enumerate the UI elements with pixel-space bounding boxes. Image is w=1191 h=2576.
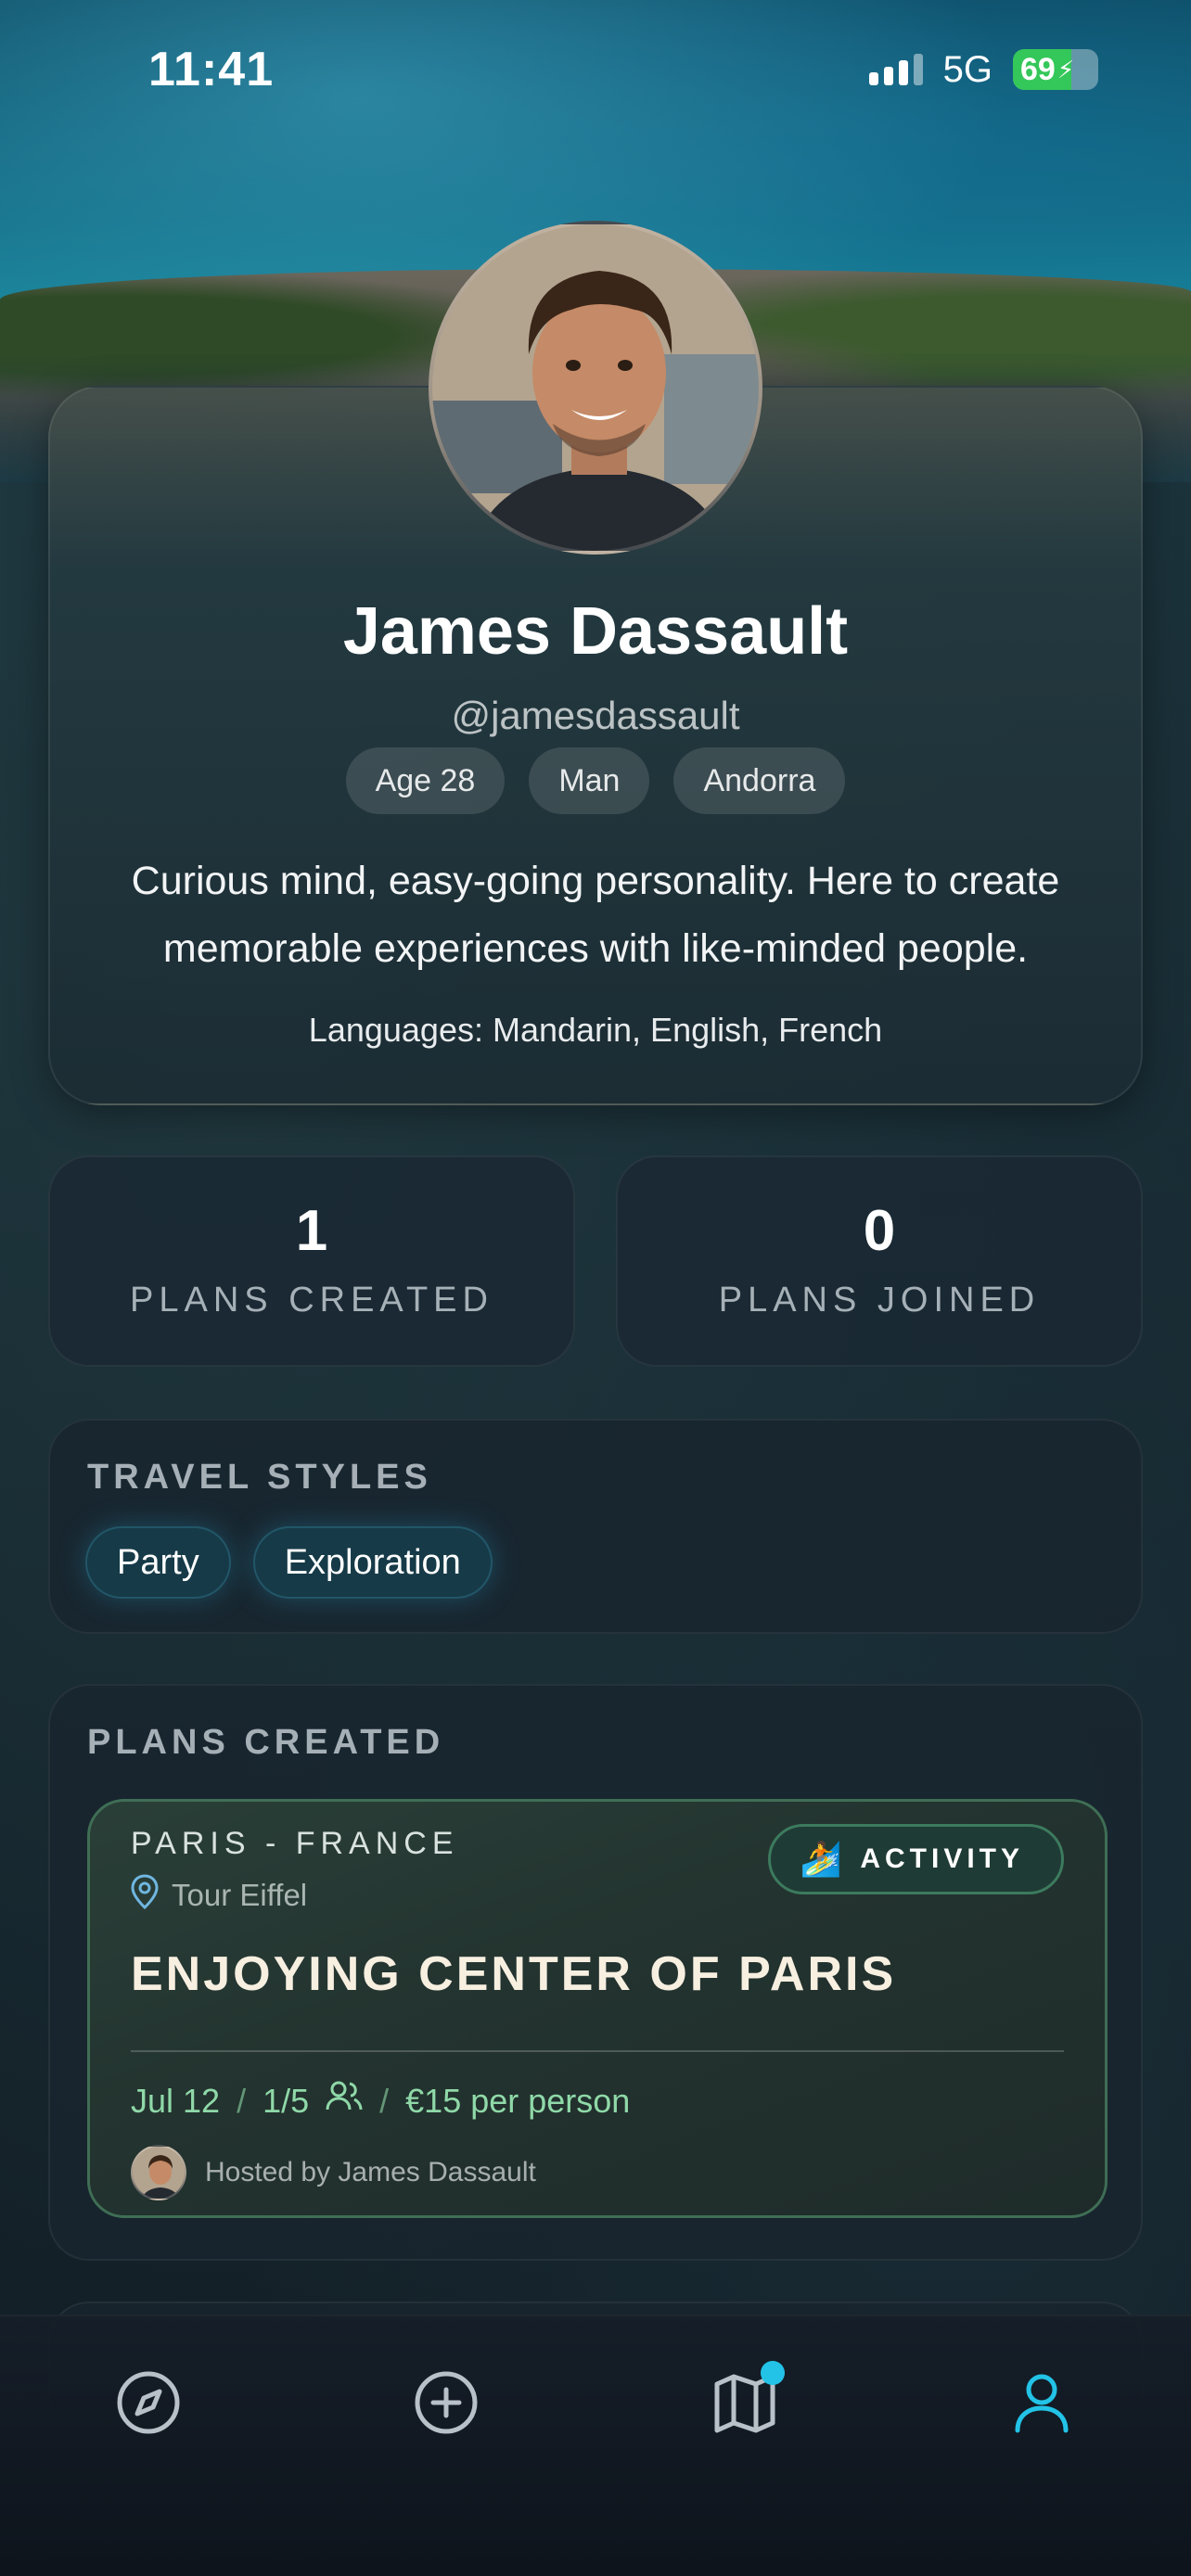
profile-languages: Languages: Mandarin, English, French bbox=[308, 1011, 883, 1049]
tab-profile[interactable] bbox=[1000, 2363, 1083, 2446]
plan-place-name: Tour Eiffel bbox=[172, 1878, 308, 1912]
plans-created-stat[interactable]: 1 PLANS CREATED bbox=[48, 1155, 575, 1367]
profile-handle: @jamesdassault bbox=[451, 694, 740, 737]
tab-map[interactable] bbox=[703, 2361, 787, 2446]
tab-create-plan[interactable] bbox=[404, 2363, 488, 2446]
plan-date: Jul 12 bbox=[131, 2081, 221, 2120]
profile-bio: Curious mind, easy-going personality. He… bbox=[131, 859, 1060, 971]
plan-meta: Jul 12 / 1/5 / €15 per person bbox=[131, 2080, 630, 2122]
network-type: 5G bbox=[942, 48, 992, 90]
people-icon bbox=[326, 2080, 363, 2122]
plan-host: Hosted by James Dassault bbox=[131, 2145, 536, 2200]
plans-joined-count: 0 bbox=[863, 1199, 896, 1263]
charging-icon: ⚡ bbox=[1057, 55, 1075, 83]
battery-icon: 69 ⚡ bbox=[1013, 49, 1098, 90]
host-avatar bbox=[131, 2145, 186, 2200]
surfer-icon: 🏄 bbox=[800, 1840, 842, 1878]
plans-created-section: PLANS CREATED PARIS - FRANCE Tour Eiffel… bbox=[48, 1684, 1143, 2261]
plans-joined-stat[interactable]: 0 PLANS JOINED bbox=[616, 1155, 1143, 1367]
signal-icon bbox=[868, 54, 923, 85]
notification-dot bbox=[761, 2361, 785, 2385]
tab-bar bbox=[0, 2315, 1191, 2576]
plan-participants: 1/5 bbox=[263, 2081, 310, 2120]
plans-created-section-title: PLANS CREATED bbox=[87, 1723, 445, 1762]
status-time: 11:41 bbox=[148, 43, 275, 96]
plan-category-label: ACTIVITY bbox=[860, 1843, 1024, 1874]
status-bar: 11:41 5G 69 ⚡ bbox=[0, 0, 1191, 139]
user-icon bbox=[1008, 2369, 1075, 2441]
travel-style-tag[interactable]: Party bbox=[85, 1526, 231, 1599]
avatar[interactable] bbox=[429, 221, 762, 555]
travel-style-tags: Party Exploration bbox=[85, 1526, 493, 1599]
travel-style-tag[interactable]: Exploration bbox=[252, 1526, 493, 1599]
plans-created-count: 1 bbox=[295, 1199, 328, 1263]
plan-divider bbox=[131, 2050, 1064, 2052]
plan-category-badge: 🏄 ACTIVITY bbox=[767, 1824, 1064, 1894]
plans-created-label: PLANS CREATED bbox=[130, 1281, 493, 1320]
age-chip: Age 28 bbox=[345, 747, 506, 814]
plans-joined-label: PLANS JOINED bbox=[718, 1281, 1041, 1320]
host-label: Hosted by James Dassault bbox=[205, 2157, 536, 2187]
profile-name: James Dassault bbox=[342, 594, 849, 669]
plan-location: PARIS - FRANCE bbox=[131, 1826, 459, 1861]
travel-styles-card: TRAVEL STYLES Party Exploration bbox=[48, 1419, 1143, 1634]
plan-title: ENJOYING CENTER OF PARIS bbox=[131, 1947, 897, 2001]
tab-discover[interactable] bbox=[107, 2363, 190, 2446]
plan-place: Tour Eiffel bbox=[131, 1874, 307, 1917]
compass-icon bbox=[115, 2369, 182, 2441]
country-chip: Andorra bbox=[673, 747, 846, 814]
plan-card[interactable]: PARIS - FRANCE Tour Eiffel 🏄 ACTIVITY EN… bbox=[87, 1799, 1108, 2218]
location-pin-icon bbox=[131, 1874, 159, 1917]
battery-level: 69 bbox=[1020, 51, 1056, 87]
plus-circle-icon bbox=[413, 2369, 480, 2441]
plan-price: €15 per person bbox=[405, 2081, 631, 2120]
travel-styles-title: TRAVEL STYLES bbox=[87, 1458, 432, 1497]
gender-chip: Man bbox=[529, 747, 650, 814]
profile-chips: Age 28 Man Andorra bbox=[48, 747, 1143, 814]
